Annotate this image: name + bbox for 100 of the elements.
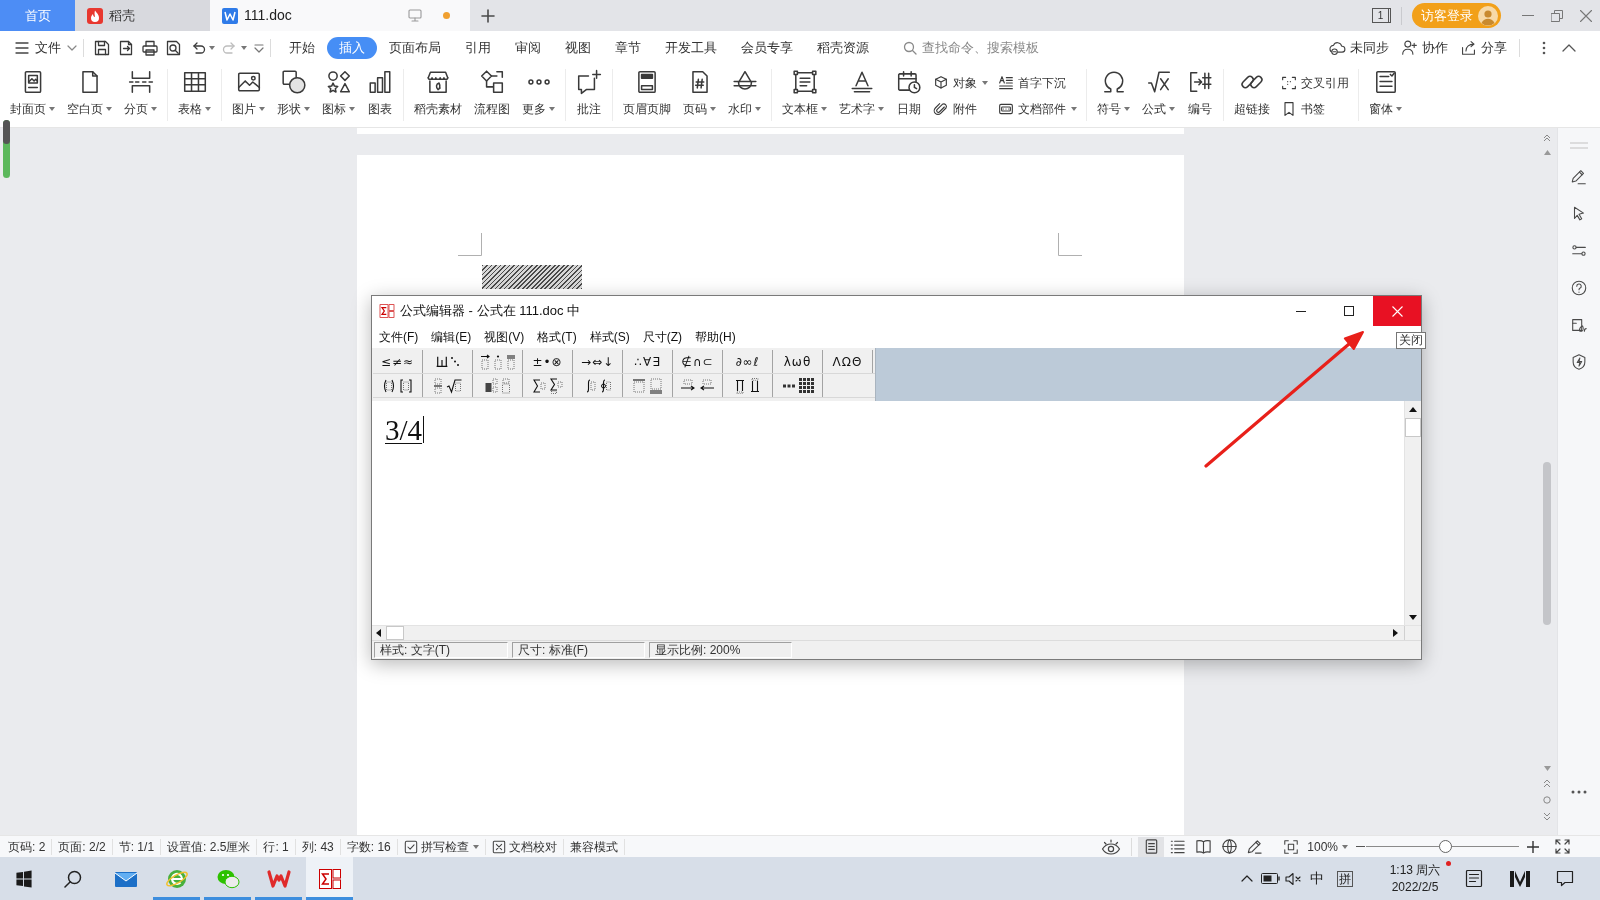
horizontal-scrollbar[interactable] [372, 625, 1421, 640]
comment-add-icon [576, 69, 602, 95]
ribbon-tab[interactable]: 章节 [603, 36, 653, 59]
symbol-palette-button[interactable]: ΛΩΘ [823, 350, 873, 373]
ribbon-button[interactable]: 交叉引用 [1276, 70, 1354, 95]
status-button[interactable]: 文档校对 [485, 838, 564, 855]
ribbon-button[interactable]: 图表 [361, 67, 399, 127]
ribbon-tab[interactable]: 会员专享 [729, 36, 805, 59]
scroll-left-icon[interactable] [376, 629, 381, 637]
ribbon-tab[interactable]: 引用 [453, 36, 503, 59]
ribbon-button[interactable]: 符号 [1091, 67, 1136, 127]
symbol-palette-button[interactable]: ≤≠≈ [373, 350, 423, 373]
storefront-icon [425, 69, 451, 95]
menu-item[interactable]: 尺寸(Z) [638, 328, 686, 346]
fullscreen-icon[interactable] [1555, 839, 1570, 854]
ribbon-button[interactable]: 页眉页脚 [617, 67, 677, 127]
ribbon-button[interactable]: 图片 [226, 67, 271, 127]
ribbon-tab[interactable]: 稻壳资源 [805, 36, 881, 59]
scrollbar-thumb[interactable] [1543, 462, 1551, 625]
ribbon-button[interactable]: 图标 [316, 67, 361, 127]
ribbon-tab[interactable]: 审阅 [503, 36, 553, 59]
menu-item[interactable]: 文件(F) [375, 328, 423, 346]
clock-button[interactable]: 1:13 周六 2022/2/5 [1379, 857, 1451, 900]
menu-item[interactable]: 格式(T) [533, 328, 581, 346]
vertical-scrollbar[interactable] [1404, 401, 1421, 625]
symbol-palette-button[interactable]: λωθ [773, 350, 823, 373]
symbol-palette-button[interactable]: →⇔↓ [573, 350, 623, 373]
ribbon-button[interactable]: 超链接 [1228, 67, 1276, 127]
status-text: 尺寸: 标准(F) [512, 642, 645, 658]
ribbon-button[interactable]: 对象 [928, 70, 993, 95]
new-tab-icon[interactable] [481, 8, 495, 23]
notification-icon [1556, 870, 1574, 887]
zoom-level-button[interactable]: 100% [1303, 837, 1352, 856]
header-action-button[interactable]: 协作 [1395, 37, 1454, 58]
document-app-icon [222, 7, 238, 24]
customize-chevron-icon[interactable] [254, 42, 264, 53]
more-icon[interactable] [1571, 790, 1587, 794]
collapse-icon[interactable] [1562, 43, 1576, 52]
ribbon-button[interactable]: 稻壳素材 [408, 67, 468, 127]
plus-icon[interactable] [1527, 840, 1539, 853]
ribbon-button[interactable]: 批注 [570, 67, 608, 127]
header-action-button[interactable]: 分享 [1454, 37, 1513, 58]
ribbon-tab[interactable]: 视图 [553, 36, 603, 59]
ribbon-button[interactable]: 文本框 [776, 67, 833, 127]
ribbon-button[interactable]: 公式 [1136, 67, 1181, 127]
vertical-scrollbar[interactable] [1537, 128, 1557, 835]
slider-thumb[interactable] [1439, 840, 1453, 853]
scroll-right-icon[interactable] [1393, 629, 1398, 637]
view-mode-button[interactable] [1138, 836, 1165, 857]
pen-icon[interactable] [1246, 838, 1264, 855]
menu-item[interactable]: 样式(S) [585, 328, 634, 346]
file-menu-button[interactable]: 文件 [15, 37, 77, 58]
ribbon-button[interactable]: 更多 [516, 67, 561, 127]
browser-tab[interactable]: 111.doc [210, 0, 470, 31]
ribbon-button[interactable]: 首字下沉 [993, 70, 1082, 95]
input-mode-button[interactable]: 拼 [1330, 857, 1360, 900]
ribbon-button[interactable]: 附件 [928, 96, 993, 121]
scroll-up-icon[interactable] [1409, 407, 1417, 412]
icon-library-icon [325, 69, 352, 95]
ribbon-tab[interactable]: 开始 [277, 36, 327, 59]
symbol-palette-button[interactable]: ∂∞ℓ [723, 350, 773, 373]
ribbon-button[interactable]: 形状 [271, 67, 316, 127]
input-language-button[interactable]: 中 [1304, 857, 1330, 900]
ribbon-button[interactable]: 日期 [890, 67, 928, 127]
share-icon [1460, 39, 1477, 56]
symbol-palette-button[interactable]: ∴∀∃ [623, 350, 673, 373]
eye-icon[interactable] [1101, 838, 1122, 855]
window-switch-button[interactable]: 1 [1372, 8, 1391, 23]
ribbon-button[interactable]: 文档部件 [993, 96, 1082, 121]
ribbon-button[interactable]: 艺术字 [833, 67, 890, 127]
ribbon-tab[interactable]: 开发工具 [653, 36, 729, 59]
scroll-down-icon[interactable] [1409, 615, 1417, 620]
scrollbar-thumb[interactable] [386, 626, 404, 640]
taskbar-app-button[interactable] [306, 857, 353, 900]
previous-page-icon [1543, 779, 1551, 788]
menu-item[interactable]: 视图(V) [480, 328, 529, 346]
margin-corner-mark [1058, 233, 1082, 256]
browser-tab[interactable]: 稻壳 [75, 0, 210, 31]
fraction-template-icon [433, 377, 443, 394]
ribbon-button[interactable]: 页码 [677, 67, 722, 127]
ribbon-button[interactable]: 空白页 [61, 67, 118, 127]
ribbon-button[interactable]: 编号 [1181, 67, 1219, 127]
header-action-button[interactable]: 未同步 [1323, 37, 1395, 58]
search-field[interactable]: 查找命令、搜索模板 [903, 37, 1053, 58]
more-options-icon[interactable] [1542, 40, 1546, 55]
symbol-palette-button[interactable]: ∉∩⊂ [673, 350, 723, 373]
ribbon-button[interactable]: 书签 [1276, 96, 1354, 121]
ribbon-tab[interactable]: 页面布局 [377, 36, 453, 59]
ribbon-button[interactable]: 分页 [118, 67, 163, 127]
symbol-palette-button[interactable]: ±•⊗ [523, 350, 573, 373]
menu-item[interactable]: 编辑(E) [427, 328, 476, 346]
fit-page-icon[interactable] [1283, 838, 1300, 855]
ribbon-button[interactable]: 封面页 [4, 67, 61, 127]
status-button[interactable]: 拼写检查 [397, 838, 486, 855]
ribbon-button[interactable]: 窗体 [1363, 67, 1408, 127]
ribbon-button[interactable]: 水印 [722, 67, 767, 127]
scrollbar-thumb[interactable] [1405, 418, 1421, 437]
ribbon-button[interactable]: 流程图 [468, 67, 516, 127]
ribbon-button[interactable]: 表格 [172, 67, 217, 127]
menu-item[interactable]: 帮助(H) [691, 328, 740, 346]
